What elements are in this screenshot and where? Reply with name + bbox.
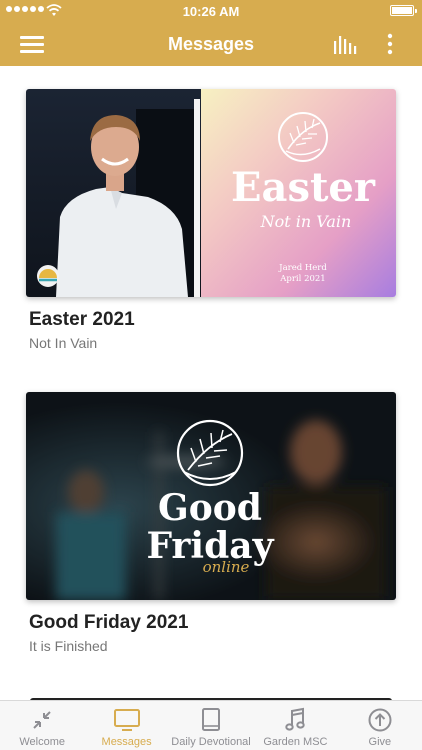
message-subtitle: Not In Vain (29, 335, 98, 351)
tv-icon (113, 709, 140, 731)
easter-art-tagline: Not in Vain (260, 212, 352, 231)
message-subtitle: It is Finished (29, 638, 108, 654)
tab-label: Welcome (19, 736, 66, 748)
status-time: 10:26 AM (182, 4, 240, 19)
message-card-easter[interactable]: Easter Not in Vain Jared Herd April 2021… (26, 89, 396, 351)
music-note-icon (285, 707, 306, 731)
nav-bar: Messages (0, 22, 422, 66)
page-title: Messages (167, 34, 255, 54)
tab-label: Garden MSC (263, 736, 328, 748)
collapse-arrows-icon (33, 711, 51, 729)
tab-garden-msc[interactable]: Garden MSC (253, 701, 337, 750)
message-title: Easter 2021 (29, 309, 135, 330)
audio-bars-icon[interactable] (332, 32, 358, 56)
tab-daily-devotional[interactable]: Daily Devotional (169, 701, 253, 750)
good-friday-artwork: Good Friday online (26, 392, 396, 600)
app-screen: 10:26 AM Messages Easter Not in Vain Jar… (0, 0, 422, 750)
easter-art-speaker: Jared Herd (278, 263, 327, 273)
upload-circle-icon (368, 708, 392, 732)
message-title: Good Friday 2021 (29, 612, 189, 633)
messages-feed[interactable]: Easter Not in Vain Jared Herd April 2021… (0, 66, 422, 700)
tab-label: Daily Devotional (171, 736, 251, 748)
message-thumbnail: Good Friday online (26, 392, 396, 600)
more-options-icon[interactable] (380, 32, 400, 56)
tab-label: Give (368, 736, 392, 748)
book-icon (202, 708, 221, 731)
easter-art-date: April 2021 (279, 274, 325, 284)
tab-welcome[interactable]: Welcome (0, 701, 84, 750)
battery-icon (390, 5, 417, 16)
tab-give[interactable]: Give (338, 701, 422, 750)
tab-label: Messages (101, 736, 152, 748)
tab-bar: Welcome Messages Daily Devotional Garden… (0, 700, 422, 750)
message-card-good-friday[interactable]: Good Friday online Good Friday 2021 It i… (26, 392, 396, 654)
good-friday-art-tagline: online (203, 558, 250, 576)
status-bar: 10:26 AM (0, 0, 422, 22)
easter-art-title: Easter (231, 164, 376, 211)
message-thumbnail: Easter Not in Vain Jared Herd April 2021 (26, 89, 396, 297)
tab-messages[interactable]: Messages (84, 701, 168, 750)
good-friday-art-line1: Good (158, 487, 262, 529)
easter-artwork: Easter Not in Vain Jared Herd April 2021 (26, 89, 396, 297)
